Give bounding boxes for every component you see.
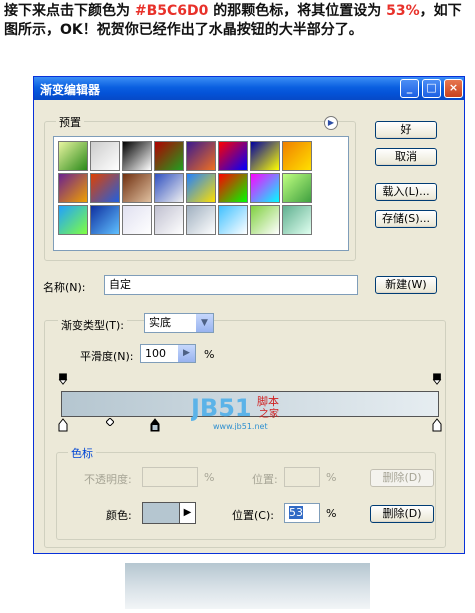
opacity-position-unit: %	[326, 471, 337, 484]
preset-swatch[interactable]	[250, 173, 280, 203]
minimize-button[interactable]: _	[400, 79, 419, 98]
position-unit: %	[326, 507, 337, 520]
preset-swatch[interactable]	[282, 173, 312, 203]
preset-swatch[interactable]	[58, 205, 88, 235]
preset-swatch[interactable]	[186, 141, 216, 171]
opacity-position-label: 位置:	[252, 473, 278, 486]
opacity-position-field[interactable]	[284, 467, 320, 487]
preset-swatch[interactable]	[122, 173, 152, 203]
color-stop-selected-icon[interactable]	[150, 418, 160, 432]
color-label: 颜色:	[106, 509, 132, 522]
opacity-label: 不透明度:	[84, 473, 132, 486]
opacity-stop-left-icon[interactable]	[58, 373, 68, 385]
ok-button[interactable]: 好	[375, 121, 437, 139]
preset-swatch[interactable]	[186, 205, 216, 235]
position-value: 53	[289, 506, 303, 519]
instruction-part2: 的那颗色标，将其位置设为	[208, 3, 387, 19]
midpoint-diamond-icon[interactable]	[106, 418, 114, 426]
position-label: 位置(C):	[232, 509, 274, 522]
preset-swatch[interactable]	[218, 141, 248, 171]
preset-swatch[interactable]	[58, 173, 88, 203]
presets-label: 预置	[56, 114, 84, 130]
chevron-down-icon[interactable]: ▼	[196, 314, 213, 332]
preset-swatch[interactable]	[58, 141, 88, 171]
watermark-url-text: www.jb51.net	[213, 422, 268, 430]
color-stop-left-icon[interactable]	[58, 418, 68, 432]
save-button[interactable]: 存储(S)...	[375, 210, 437, 228]
gradient-editor-dialog: 渐变编辑器 _ □ × 预置 ▶ 好 取消 载入(L)... 存储(S)... …	[33, 76, 465, 554]
instruction-part1: 接下来点击下颜色为	[4, 3, 135, 19]
preset-swatch[interactable]	[90, 141, 120, 171]
delete-color-stop-button[interactable]: 删除(D)	[370, 505, 434, 523]
dialog-title: 渐变编辑器	[40, 83, 101, 97]
preset-swatch[interactable]	[154, 173, 184, 203]
maximize-button[interactable]: □	[422, 79, 441, 98]
name-field[interactable]: 自定	[104, 275, 358, 295]
color-menu-arrow-icon[interactable]: ▶	[179, 503, 195, 523]
delete-opacity-stop-button[interactable]: 删除(D)	[370, 469, 434, 487]
cancel-button[interactable]: 取消	[375, 148, 437, 166]
preset-swatch[interactable]	[250, 205, 280, 235]
gradient-type-select[interactable]: 实底 ▼	[144, 313, 214, 333]
watermark-jiaoben-text: 脚本	[257, 394, 279, 408]
preset-swatch[interactable]	[154, 141, 184, 171]
preset-swatch[interactable]	[218, 205, 248, 235]
gradient-type-label: 渐变类型(T):	[58, 317, 128, 333]
close-button[interactable]: ×	[444, 79, 463, 98]
gradient-type-value: 实底	[149, 316, 171, 329]
title-bar[interactable]: 渐变编辑器 _ □ ×	[34, 77, 464, 100]
preset-swatch[interactable]	[154, 205, 184, 235]
preset-swatch[interactable]	[186, 173, 216, 203]
name-label: 名称(N):	[43, 281, 86, 294]
preset-swatch[interactable]	[282, 141, 312, 171]
preset-swatch[interactable]	[122, 205, 152, 235]
preset-swatch-grid	[53, 136, 349, 251]
presets-menu-icon[interactable]: ▶	[324, 116, 338, 130]
color-stop-right-icon[interactable]	[432, 418, 442, 432]
new-button[interactable]: 新建(W)	[375, 276, 437, 294]
preset-swatch[interactable]	[90, 205, 120, 235]
instruction-color-highlight: #B5C6D0	[134, 3, 209, 19]
button-preview-gradient	[125, 563, 370, 609]
opacity-field[interactable]	[142, 467, 198, 487]
smoothness-arrow-icon[interactable]: ▶	[178, 345, 195, 362]
watermark-zhijia-text: 之家	[259, 407, 279, 420]
color-stops-group	[56, 452, 436, 540]
color-stops-label: 色标	[68, 445, 96, 461]
jb51-watermark-logo: JB51 脚本 之家 www.jb51.net	[191, 394, 279, 430]
watermark-jb51-text: JB51	[191, 394, 252, 422]
load-button[interactable]: 载入(L)...	[375, 183, 437, 201]
smoothness-unit: %	[204, 348, 215, 361]
opacity-stop-right-icon[interactable]	[432, 373, 442, 385]
instruction-percent-highlight: 53%	[386, 3, 420, 19]
opacity-unit: %	[204, 471, 215, 484]
preset-swatch[interactable]	[218, 173, 248, 203]
preset-swatch[interactable]	[122, 141, 152, 171]
preset-swatch[interactable]	[90, 173, 120, 203]
preset-swatch[interactable]	[282, 205, 312, 235]
position-field[interactable]: 53	[284, 503, 320, 523]
preset-swatch[interactable]	[250, 141, 280, 171]
smoothness-label: 平滑度(N):	[80, 350, 134, 363]
instruction-text: 接下来点击下颜色为 #B5C6D0 的那颗色标，将其位置设为 53%，如下图所示…	[4, 2, 472, 40]
